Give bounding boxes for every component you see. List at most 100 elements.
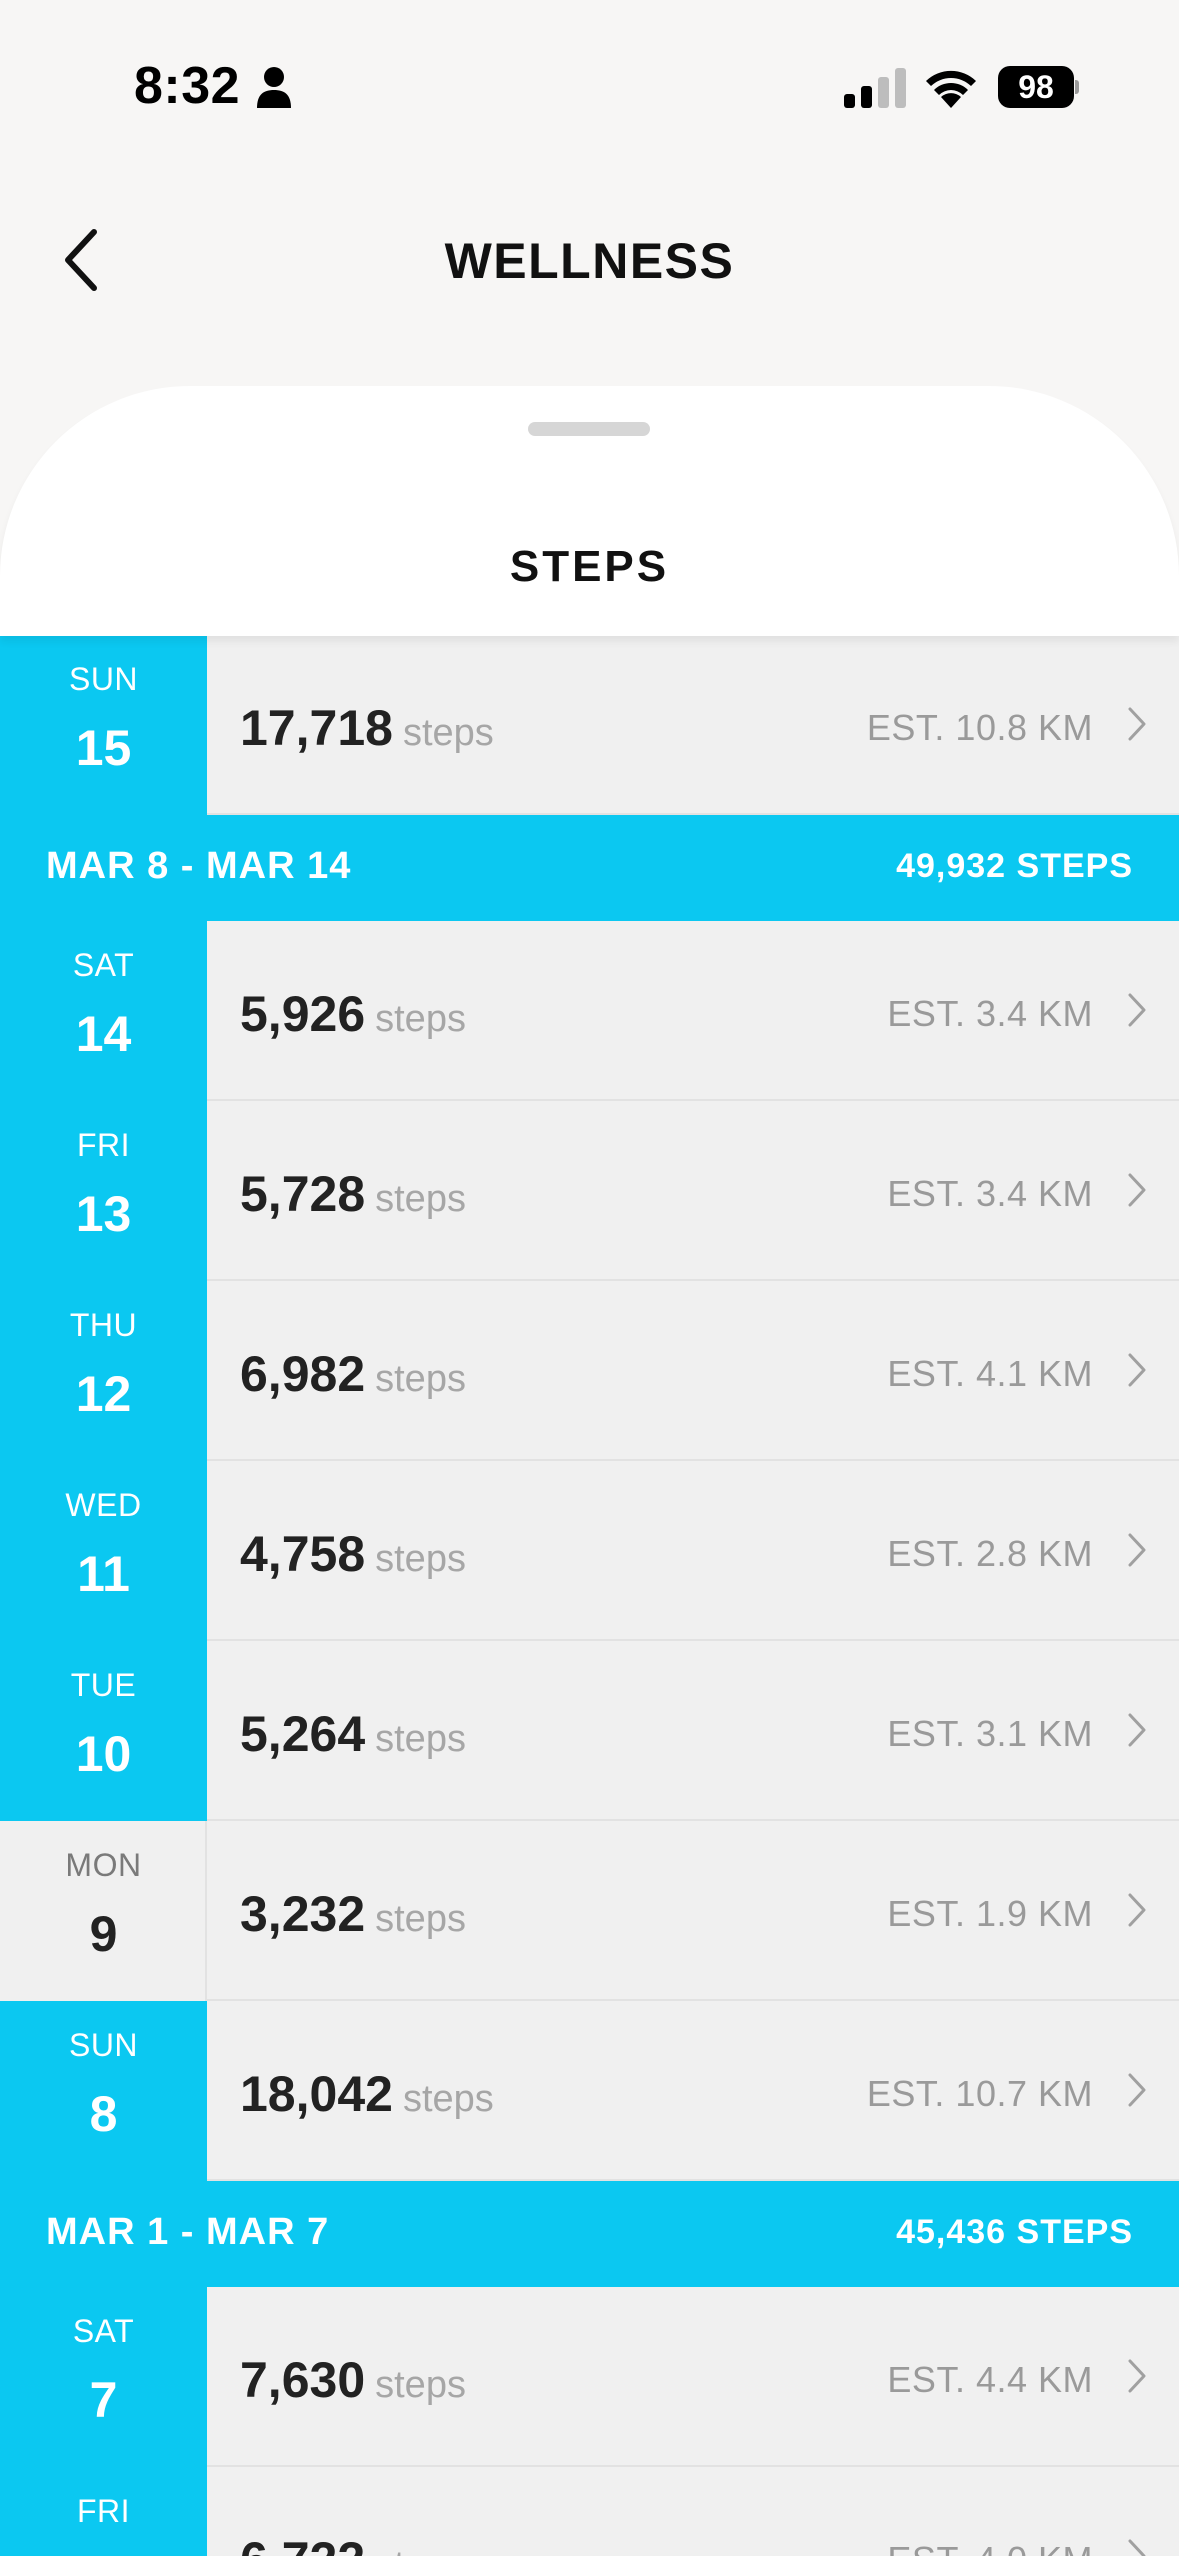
page-title: WELLNESS bbox=[444, 233, 735, 289]
steps-unit: steps bbox=[375, 1358, 466, 1400]
wifi-icon bbox=[926, 70, 976, 108]
est-distance: EST. 4.0 KM bbox=[887, 2539, 1093, 2556]
day-date: 6 bbox=[0, 2551, 207, 2556]
day-badge: THU 12 bbox=[0, 1281, 207, 1461]
day-row[interactable]: TUE 10 5,264 steps EST. 3.1 KM bbox=[0, 1641, 1179, 1821]
sheet-header: STEPS bbox=[0, 386, 1179, 636]
day-name: SUN bbox=[68, 661, 139, 697]
day-badge: FRI 13 bbox=[0, 1101, 207, 1281]
steps-count: 18,042 steps bbox=[240, 2065, 494, 2123]
status-bar: 8:32 98 bbox=[0, 0, 1179, 150]
chevron-right-icon bbox=[1128, 1713, 1146, 1747]
drag-handle[interactable] bbox=[528, 422, 650, 436]
day-name: MON bbox=[65, 1847, 142, 1883]
day-row[interactable]: SUN 8 18,042 steps EST. 10.7 KM bbox=[0, 2001, 1179, 2181]
week-header: MAR 8 - MAR 14 49,932 STEPS bbox=[0, 815, 1179, 921]
steps-value: 5,926 bbox=[240, 986, 366, 1042]
day-name: SAT bbox=[72, 2313, 135, 2349]
day-badge: FRI 6 bbox=[0, 2467, 207, 2556]
chevron-right-icon bbox=[1128, 993, 1146, 1027]
steps-value: 4,758 bbox=[240, 1526, 366, 1582]
steps-value: 18,042 bbox=[240, 2066, 393, 2122]
week-header: MAR 1 - MAR 7 45,436 STEPS bbox=[0, 2181, 1179, 2287]
steps-unit: steps bbox=[375, 1718, 466, 1760]
day-badge: SUN 15 bbox=[0, 635, 207, 815]
steps-count: 5,926 steps bbox=[240, 985, 466, 1043]
day-date: 14 bbox=[75, 1006, 132, 1062]
day-date: 13 bbox=[75, 1186, 132, 1242]
day-date: 11 bbox=[77, 1546, 130, 1602]
day-badge: TUE 10 bbox=[0, 1641, 207, 1821]
day-name: THU bbox=[69, 1307, 138, 1343]
day-date: 10 bbox=[75, 1726, 132, 1782]
chevron-right-icon bbox=[1128, 707, 1146, 741]
day-row[interactable]: SAT 14 5,926 steps EST. 3.4 KM bbox=[0, 921, 1179, 1101]
day-name: WED bbox=[65, 1487, 142, 1523]
steps-value: 17,718 bbox=[240, 700, 393, 756]
day-date: 7 bbox=[89, 2372, 118, 2428]
battery-level: 98 bbox=[998, 66, 1074, 108]
day-row[interactable]: MON 9 3,232 steps EST. 1.9 KM bbox=[0, 1821, 1179, 2001]
day-date: 15 bbox=[75, 720, 132, 776]
day-row[interactable]: THU 12 6,982 steps EST. 4.1 KM bbox=[0, 1281, 1179, 1461]
steps-unit: steps bbox=[375, 1538, 466, 1580]
steps-count: 7,630 steps bbox=[240, 2351, 466, 2409]
steps-count: 5,264 steps bbox=[240, 1705, 466, 1763]
est-distance: EST. 3.4 KM bbox=[887, 1173, 1093, 1214]
day-row[interactable]: WED 11 4,758 steps EST. 2.8 KM bbox=[0, 1461, 1179, 1641]
day-row[interactable]: SUN 15 17,718 steps EST. 10.8 KM bbox=[0, 635, 1179, 815]
steps-unit: steps bbox=[375, 1898, 466, 1940]
steps-value: 5,264 bbox=[240, 1706, 366, 1762]
steps-value: 5,728 bbox=[240, 1166, 366, 1222]
day-badge: SAT 14 bbox=[0, 921, 207, 1101]
chevron-right-icon bbox=[1128, 1173, 1146, 1207]
chevron-right-icon bbox=[1128, 2539, 1146, 2556]
est-distance: EST. 3.4 KM bbox=[887, 993, 1093, 1034]
day-row[interactable]: FRI 13 5,728 steps EST. 3.4 KM bbox=[0, 1101, 1179, 1281]
person-icon bbox=[257, 67, 291, 108]
est-distance: EST. 4.1 KM bbox=[887, 1353, 1093, 1394]
week-range: MAR 8 - MAR 14 bbox=[46, 845, 352, 887]
week-range: MAR 1 - MAR 7 bbox=[46, 2211, 330, 2253]
day-name: FRI bbox=[76, 1127, 131, 1163]
steps-list: SUN 15 17,718 steps EST. 10.8 KM MAR 8 - … bbox=[0, 635, 1179, 2556]
steps-unit: steps bbox=[375, 1178, 466, 1220]
steps-count: 6,722 steps bbox=[240, 2531, 466, 2556]
day-badge: MON 9 bbox=[0, 1821, 207, 2001]
steps-count: 3,232 steps bbox=[240, 1885, 466, 1943]
steps-unit: steps bbox=[375, 2544, 466, 2556]
chevron-right-icon bbox=[1128, 1533, 1146, 1567]
day-badge: SAT 7 bbox=[0, 2287, 207, 2467]
day-row[interactable]: FRI 6 6,722 steps EST. 4.0 KM bbox=[0, 2467, 1179, 2556]
day-badge: WED 11 bbox=[0, 1461, 207, 1641]
steps-count: 4,758 steps bbox=[240, 1525, 466, 1583]
est-distance: EST. 3.1 KM bbox=[887, 1713, 1093, 1754]
steps-value: 6,982 bbox=[240, 1346, 366, 1402]
day-name: FRI bbox=[76, 2493, 131, 2529]
day-name: SUN bbox=[68, 2027, 139, 2063]
day-name: TUE bbox=[70, 1667, 137, 1703]
chevron-right-icon bbox=[1128, 1353, 1146, 1387]
steps-unit: steps bbox=[402, 2078, 494, 2120]
chevron-right-icon bbox=[1128, 1893, 1146, 1927]
battery-icon: 98 bbox=[998, 66, 1079, 108]
day-badge: SUN 8 bbox=[0, 2001, 207, 2181]
week-total: 45,436 STEPS bbox=[896, 2213, 1133, 2251]
steps-value: 7,630 bbox=[240, 2352, 366, 2408]
est-distance: EST. 10.7 KM bbox=[866, 2073, 1093, 2114]
steps-unit: steps bbox=[375, 2364, 466, 2406]
sheet-title: STEPS bbox=[509, 542, 670, 591]
steps-count: 17,718 steps bbox=[240, 699, 494, 757]
day-row[interactable]: SAT 7 7,630 steps EST. 4.4 KM bbox=[0, 2287, 1179, 2467]
signal-icon bbox=[844, 68, 906, 108]
est-distance: EST. 4.4 KM bbox=[887, 2359, 1093, 2400]
day-name: SAT bbox=[72, 947, 135, 983]
steps-unit: steps bbox=[402, 712, 494, 754]
est-distance: EST. 1.9 KM bbox=[887, 1893, 1093, 1934]
chevron-right-icon bbox=[1128, 2359, 1146, 2393]
day-date: 12 bbox=[75, 1366, 132, 1422]
steps-value: 3,232 bbox=[240, 1886, 366, 1942]
steps-value: 6,722 bbox=[240, 2532, 365, 2556]
steps-count: 6,982 steps bbox=[240, 1345, 466, 1403]
day-date: 8 bbox=[89, 2086, 118, 2142]
